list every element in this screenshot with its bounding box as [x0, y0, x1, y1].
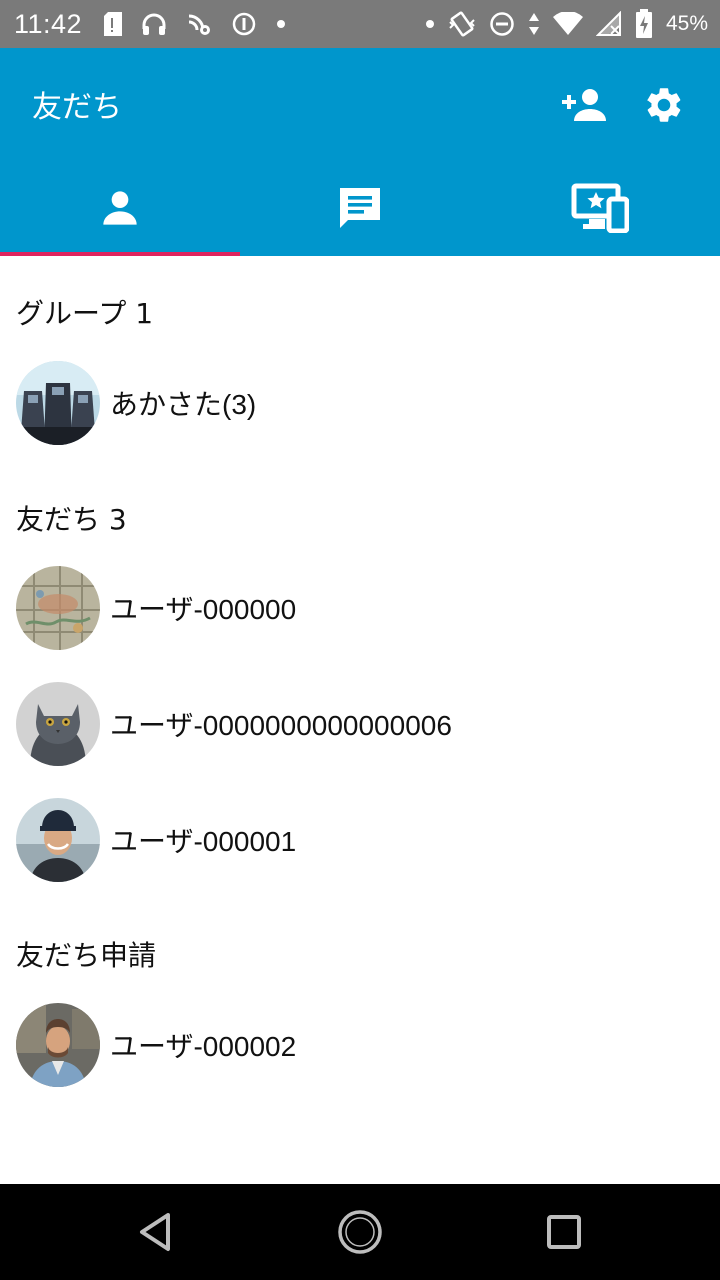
- sd-card-icon: [104, 12, 123, 36]
- section-header-groups: グループ 1: [16, 297, 154, 330]
- status-bar: 11:42 45%: [0, 0, 720, 48]
- list-item[interactable]: ユーザ-000002: [0, 995, 720, 1095]
- settings-button[interactable]: [638, 82, 690, 128]
- tab-devices[interactable]: [480, 160, 720, 256]
- data-arrows-icon: [528, 12, 540, 36]
- dot-icon: [425, 19, 435, 29]
- app-bar: 友だち: [0, 48, 720, 256]
- status-left-icons: [104, 12, 286, 36]
- list-item[interactable]: ユーザ-0000000000000006: [0, 674, 720, 774]
- avatar: [16, 566, 100, 650]
- home-circle-icon: [338, 1210, 382, 1254]
- list-item-label: ユーザ-000001: [110, 826, 297, 857]
- list-item-label: ユーザ-000000: [110, 594, 297, 625]
- battery-percent: 45%: [665, 12, 708, 35]
- headphones-icon: [142, 13, 166, 35]
- list-item[interactable]: ユーザ-000000: [0, 558, 720, 658]
- list-item[interactable]: あかさた(3): [0, 353, 720, 453]
- system-nav-bar: [0, 1184, 720, 1280]
- status-right-icons: 45%: [425, 9, 708, 39]
- tab-bar: [0, 160, 720, 256]
- list-item[interactable]: ユーザ-000001: [0, 790, 720, 890]
- page-title: 友だち: [32, 90, 122, 125]
- add-friend-button[interactable]: [558, 82, 610, 128]
- avatar: [16, 1003, 100, 1087]
- no-signal-icon: [595, 11, 622, 37]
- avatar: [16, 682, 100, 766]
- nav-home-button[interactable]: [330, 1204, 390, 1260]
- nfc-sync-icon: [186, 12, 212, 36]
- battery-charging-icon: [635, 9, 653, 39]
- person-icon: [103, 191, 137, 225]
- nav-back-button[interactable]: [126, 1204, 186, 1260]
- list-item-label: ユーザ-000002: [110, 1031, 297, 1062]
- devices-star-icon: [571, 183, 629, 233]
- avatar: [16, 361, 100, 445]
- info-circle-icon: [232, 12, 256, 36]
- list-item-label: ユーザ-0000000000000006: [110, 710, 452, 741]
- add-friend-icon: [562, 89, 606, 121]
- section-header-friends: 友だち 3: [16, 503, 127, 536]
- section-header-requests: 友だち申請: [16, 939, 157, 972]
- tab-chats[interactable]: [240, 160, 480, 256]
- avatar: [16, 798, 100, 882]
- recents-square-icon: [547, 1215, 581, 1249]
- status-time: 11:42: [14, 8, 83, 39]
- chat-bubble-icon: [340, 188, 380, 228]
- vibrate-icon: [448, 10, 476, 38]
- do-not-disturb-icon: [489, 11, 515, 37]
- nav-recents-button[interactable]: [534, 1204, 594, 1260]
- dot-icon: [276, 19, 286, 29]
- wifi-icon: [552, 12, 583, 36]
- list-item-label: あかさた(3): [110, 389, 257, 420]
- settings-gear-icon: [647, 88, 681, 122]
- tab-friends[interactable]: [0, 160, 240, 256]
- back-triangle-icon: [140, 1213, 170, 1251]
